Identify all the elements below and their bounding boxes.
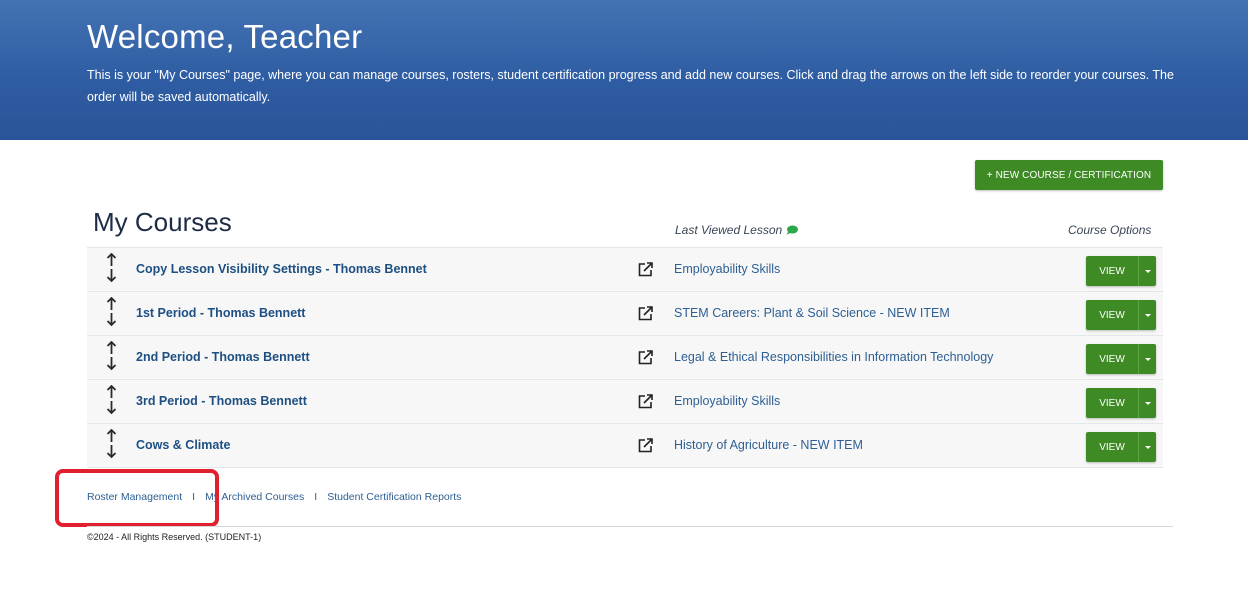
course-options-group: VIEW [1086, 388, 1156, 418]
certification-reports-link[interactable]: Student Certification Reports [327, 491, 461, 503]
arrow-down-icon [106, 445, 116, 458]
options-dropdown-button[interactable] [1138, 432, 1156, 462]
reorder-handle[interactable] [103, 385, 119, 414]
arrow-up-icon [106, 341, 116, 354]
course-name-link[interactable]: 1st Period - Thomas Bennett [136, 306, 305, 320]
caret-down-icon [1144, 313, 1151, 317]
course-row: Cows & Climate History of Agriculture - … [87, 424, 1163, 468]
last-viewed-lesson-link[interactable]: Employability Skills [674, 394, 780, 408]
external-link-icon[interactable] [637, 393, 654, 410]
arrow-down-icon [106, 401, 116, 414]
caret-down-icon [1144, 401, 1151, 405]
external-link-icon[interactable] [637, 261, 654, 278]
external-link-icon[interactable] [637, 437, 654, 454]
last-viewed-lesson-link[interactable]: Employability Skills [674, 262, 780, 276]
caret-down-icon [1144, 357, 1151, 361]
arrow-down-icon [106, 313, 116, 326]
course-options-header: Course Options [1068, 223, 1152, 237]
copyright-text: ©2024 - All Rights Reserved. (STUDENT-1) [87, 532, 262, 542]
caret-down-icon [1144, 445, 1151, 449]
arrow-up-icon [106, 429, 116, 442]
reorder-handle[interactable] [103, 253, 119, 282]
external-link-icon[interactable] [637, 305, 654, 322]
last-viewed-lesson-link[interactable]: History of Agriculture - NEW ITEM [674, 438, 863, 452]
page-description: This is your "My Courses" page, where yo… [87, 68, 1174, 104]
footer-links: Roster Management I My Archived Courses … [87, 491, 461, 503]
reorder-handle[interactable] [103, 297, 119, 326]
options-dropdown-button[interactable] [1138, 388, 1156, 418]
caret-down-icon [1144, 269, 1151, 273]
arrow-down-icon [106, 357, 116, 370]
chat-bubble-icon [786, 225, 799, 235]
external-link-icon[interactable] [637, 349, 654, 366]
course-options-group: VIEW [1086, 256, 1156, 286]
footer-separator: I [192, 491, 196, 503]
options-dropdown-button[interactable] [1138, 256, 1156, 286]
course-row: 3rd Period - Thomas Bennett Employabilit… [87, 380, 1163, 424]
course-name-link[interactable]: 2nd Period - Thomas Bennett [136, 350, 310, 364]
reorder-handle[interactable] [103, 341, 119, 370]
options-dropdown-button[interactable] [1138, 344, 1156, 374]
options-dropdown-button[interactable] [1138, 300, 1156, 330]
course-options-group: VIEW [1086, 432, 1156, 462]
view-button[interactable]: VIEW [1086, 388, 1138, 418]
course-row: 1st Period - Thomas Bennett STEM Careers… [87, 292, 1163, 336]
arrow-up-icon [106, 297, 116, 310]
view-button[interactable]: VIEW [1086, 300, 1138, 330]
view-button[interactable]: VIEW [1086, 432, 1138, 462]
courses-heading: My Courses [93, 207, 232, 237]
course-options-group: VIEW [1086, 300, 1156, 330]
footer-separator: I [314, 491, 318, 503]
course-name-link[interactable]: 3rd Period - Thomas Bennett [136, 394, 307, 408]
last-viewed-lesson-link[interactable]: STEM Careers: Plant & Soil Science - NEW… [674, 306, 950, 320]
arrow-up-icon [106, 385, 116, 398]
last-viewed-header: Last Viewed Lesson [675, 223, 799, 237]
page-title: Welcome, Teacher [87, 18, 363, 55]
course-name-link[interactable]: Copy Lesson Visibility Settings - Thomas… [136, 262, 427, 276]
last-viewed-label: Last Viewed Lesson [675, 223, 783, 237]
new-course-button[interactable]: + NEW COURSE / CERTIFICATION [975, 160, 1163, 190]
last-viewed-lesson-link[interactable]: Legal & Ethical Responsibilities in Info… [674, 350, 993, 364]
roster-management-link[interactable]: Roster Management [87, 491, 182, 503]
arrow-down-icon [106, 269, 116, 282]
archived-courses-link[interactable]: My Archived Courses [205, 491, 304, 503]
footer-divider [87, 526, 1173, 527]
course-name-link[interactable]: Cows & Climate [136, 438, 230, 452]
course-row: 2nd Period - Thomas Bennett Legal & Ethi… [87, 336, 1163, 380]
course-row: Copy Lesson Visibility Settings - Thomas… [87, 248, 1163, 292]
courses-table: Copy Lesson Visibility Settings - Thomas… [87, 247, 1163, 468]
arrow-up-icon [106, 253, 116, 266]
page-header: Welcome, Teacher This is your "My Course… [0, 0, 1248, 140]
reorder-handle[interactable] [103, 429, 119, 458]
view-button[interactable]: VIEW [1086, 344, 1138, 374]
view-button[interactable]: VIEW [1086, 256, 1138, 286]
course-options-group: VIEW [1086, 344, 1156, 374]
